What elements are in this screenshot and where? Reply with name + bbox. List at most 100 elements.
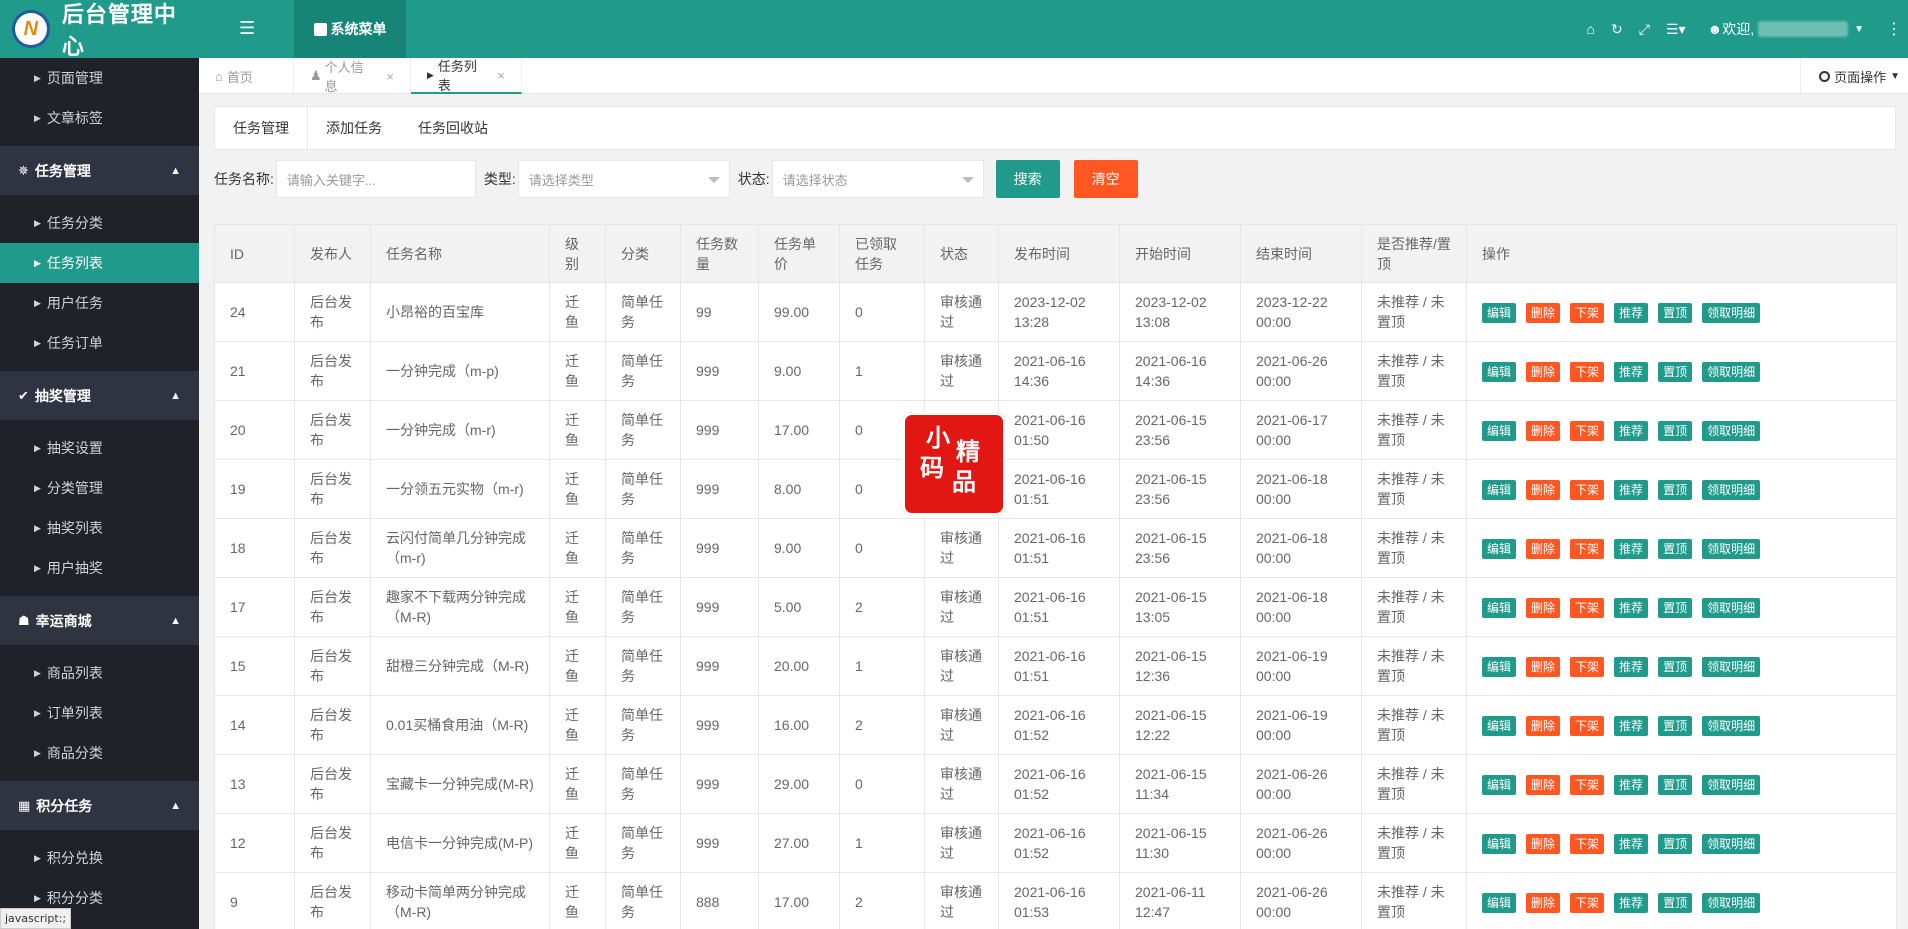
row-action-button[interactable]: 推荐: [1614, 892, 1649, 913]
refresh-icon[interactable]: ↻: [1611, 21, 1623, 38]
row-action-button[interactable]: 编辑: [1482, 302, 1517, 323]
subtab-recycle-bin[interactable]: 任务回收站: [400, 107, 506, 149]
tab-profile[interactable]: ♟ 个人信息 ×: [294, 58, 411, 94]
sidebar-item[interactable]: ▶ 订单列表: [0, 693, 199, 733]
row-action-button[interactable]: 置顶: [1658, 479, 1693, 500]
type-select[interactable]: 请选择类型: [517, 160, 730, 198]
row-action-button[interactable]: 领取明细: [1702, 774, 1761, 795]
row-action-button[interactable]: 下架: [1570, 833, 1605, 854]
list-menu-icon[interactable]: ☰▾: [1666, 21, 1686, 38]
row-action-button[interactable]: 置顶: [1658, 715, 1693, 736]
row-action-button[interactable]: 下架: [1570, 479, 1605, 500]
row-action-button[interactable]: 领取明细: [1702, 302, 1761, 323]
row-action-button[interactable]: 推荐: [1614, 656, 1649, 677]
row-action-button[interactable]: 领取明细: [1702, 538, 1761, 559]
row-action-button[interactable]: 删除: [1526, 302, 1561, 323]
row-action-button[interactable]: 领取明细: [1702, 420, 1761, 441]
row-action-button[interactable]: 领取明细: [1702, 597, 1761, 618]
row-action-button[interactable]: 置顶: [1658, 892, 1693, 913]
row-action-button[interactable]: 删除: [1526, 833, 1561, 854]
row-action-button[interactable]: 下架: [1570, 774, 1605, 795]
row-action-button[interactable]: 推荐: [1614, 715, 1649, 736]
row-action-button[interactable]: 编辑: [1482, 833, 1517, 854]
menu-group-header[interactable]: ☗ 幸运商城 ▲: [0, 596, 199, 645]
sidebar-item[interactable]: ▶ 页面管理: [0, 58, 199, 98]
sidebar-item[interactable]: ▶ 用户任务: [0, 283, 199, 323]
row-action-button[interactable]: 推荐: [1614, 774, 1649, 795]
row-action-button[interactable]: 删除: [1526, 420, 1561, 441]
row-action-button[interactable]: 推荐: [1614, 479, 1649, 500]
subtab-task-manage[interactable]: 任务管理: [214, 107, 308, 149]
menu-group-header[interactable]: ✔ 抽奖管理 ▲: [0, 371, 199, 420]
menu-toggle-icon[interactable]: ☰: [239, 18, 255, 39]
row-action-button[interactable]: 领取明细: [1702, 715, 1761, 736]
row-action-button[interactable]: 编辑: [1482, 479, 1517, 500]
row-action-button[interactable]: 删除: [1526, 361, 1561, 382]
row-action-button[interactable]: 下架: [1570, 597, 1605, 618]
row-action-button[interactable]: 置顶: [1658, 302, 1693, 323]
row-action-button[interactable]: 删除: [1526, 656, 1561, 677]
close-icon[interactable]: ×: [386, 69, 394, 84]
sidebar-item[interactable]: ▶ 用户抽奖: [0, 548, 199, 588]
sidebar-item[interactable]: ▶ 商品分类: [0, 733, 199, 773]
fullscreen-icon[interactable]: ⤢: [1639, 21, 1650, 38]
menu-group-header[interactable]: ✵ 任务管理 ▲: [0, 146, 199, 195]
row-action-button[interactable]: 编辑: [1482, 597, 1517, 618]
sidebar-item[interactable]: ▶ 抽奖列表: [0, 508, 199, 548]
row-action-button[interactable]: 删除: [1526, 538, 1561, 559]
row-action-button[interactable]: 置顶: [1658, 833, 1693, 854]
row-action-button[interactable]: 编辑: [1482, 892, 1517, 913]
clear-button[interactable]: 清空: [1073, 160, 1138, 198]
row-action-button[interactable]: 编辑: [1482, 361, 1517, 382]
row-action-button[interactable]: 下架: [1570, 302, 1605, 323]
row-action-button[interactable]: 删除: [1526, 597, 1561, 618]
row-action-button[interactable]: 编辑: [1482, 774, 1517, 795]
sidebar-item[interactable]: ▶ 抽奖设置: [0, 428, 199, 468]
row-action-button[interactable]: 领取明细: [1702, 361, 1761, 382]
row-action-button[interactable]: 下架: [1570, 538, 1605, 559]
tab-home[interactable]: ⌂ 首页: [199, 58, 294, 94]
row-action-button[interactable]: 下架: [1570, 420, 1605, 441]
search-button[interactable]: 搜索: [995, 160, 1060, 198]
row-action-button[interactable]: 下架: [1570, 892, 1605, 913]
row-action-button[interactable]: 删除: [1526, 774, 1561, 795]
page-ops-button[interactable]: 页面操作 ▼: [1800, 58, 1908, 94]
row-action-button[interactable]: 推荐: [1614, 361, 1649, 382]
row-action-button[interactable]: 置顶: [1658, 774, 1693, 795]
menu-group-header[interactable]: ▦ 积分任务 ▲: [0, 781, 199, 830]
row-action-button[interactable]: 编辑: [1482, 715, 1517, 736]
tab-task-list[interactable]: ▶ 任务列表 ×: [411, 58, 522, 94]
sidebar-item[interactable]: ▶ 文章标签: [0, 98, 199, 138]
row-action-button[interactable]: 领取明细: [1702, 656, 1761, 677]
home-icon[interactable]: ⌂: [1586, 21, 1594, 37]
row-action-button[interactable]: 推荐: [1614, 597, 1649, 618]
more-vertical-icon[interactable]: ⋮: [1886, 19, 1902, 39]
row-action-button[interactable]: 下架: [1570, 715, 1605, 736]
row-action-button[interactable]: 删除: [1526, 479, 1561, 500]
sidebar-item[interactable]: ▶ 分类管理: [0, 468, 199, 508]
subtab-add-task[interactable]: 添加任务: [308, 107, 400, 149]
row-action-button[interactable]: 删除: [1526, 892, 1561, 913]
row-action-button[interactable]: 推荐: [1614, 420, 1649, 441]
row-action-button[interactable]: 领取明细: [1702, 833, 1761, 854]
row-action-button[interactable]: 编辑: [1482, 656, 1517, 677]
row-action-button[interactable]: 置顶: [1658, 538, 1693, 559]
sidebar-item[interactable]: ▶ 商品列表: [0, 653, 199, 693]
row-action-button[interactable]: 置顶: [1658, 597, 1693, 618]
row-action-button[interactable]: 推荐: [1614, 302, 1649, 323]
row-action-button[interactable]: 删除: [1526, 715, 1561, 736]
row-action-button[interactable]: 下架: [1570, 361, 1605, 382]
row-action-button[interactable]: 推荐: [1614, 538, 1649, 559]
row-action-button[interactable]: 置顶: [1658, 420, 1693, 441]
status-select[interactable]: 请选择状态: [771, 160, 984, 198]
row-action-button[interactable]: 置顶: [1658, 361, 1693, 382]
row-action-button[interactable]: 编辑: [1482, 420, 1517, 441]
row-action-button[interactable]: 领取明细: [1702, 892, 1761, 913]
row-action-button[interactable]: 推荐: [1614, 833, 1649, 854]
task-name-input[interactable]: 请输入关键字...: [275, 160, 476, 198]
user-menu[interactable]: ☻ 欢迎, ▼: [1707, 19, 1864, 39]
sidebar-item[interactable]: ▶ 任务订单: [0, 323, 199, 363]
sidebar-item[interactable]: ▶ 积分兑换: [0, 838, 199, 878]
row-action-button[interactable]: 编辑: [1482, 538, 1517, 559]
row-action-button[interactable]: 领取明细: [1702, 479, 1761, 500]
